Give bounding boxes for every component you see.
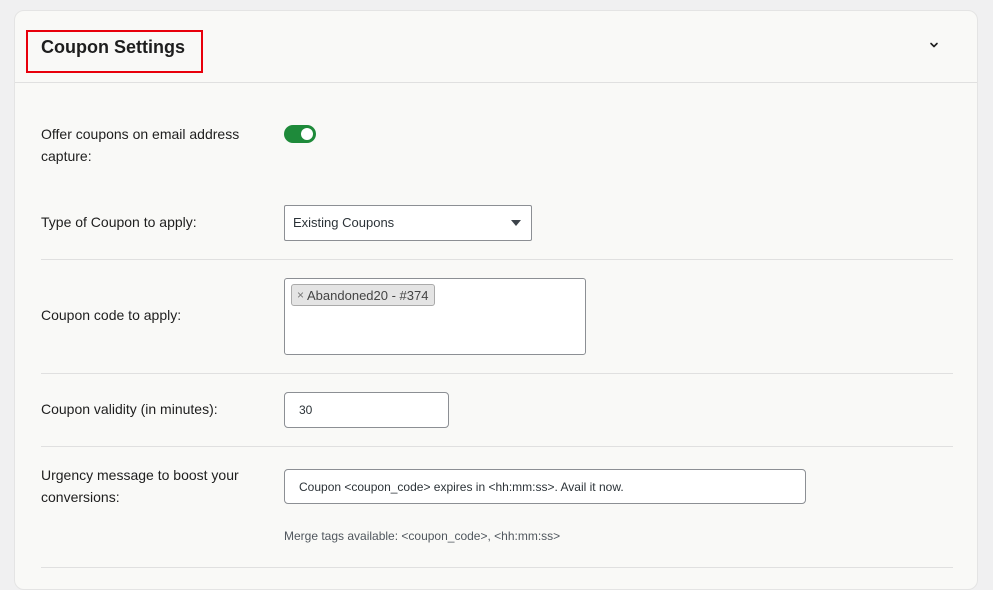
divider [41, 373, 953, 374]
caret-down-icon [511, 220, 521, 226]
divider [41, 446, 953, 447]
coupon-chip-label: Abandoned20 - #374 [307, 287, 429, 303]
coupon-code-label: Coupon code to apply: [41, 307, 182, 323]
coupon-chip: × Abandoned20 - #374 [291, 284, 436, 306]
toggle-knob [301, 128, 313, 140]
divider [41, 259, 953, 260]
coupon-type-label: Type of Coupon to apply: [41, 214, 197, 230]
coupon-validity-input[interactable] [284, 392, 449, 428]
divider [41, 567, 953, 568]
coupon-settings-panel: Coupon Settings Offer coupons on email a… [14, 10, 978, 590]
coupon-validity-label: Coupon validity (in minutes): [41, 401, 218, 417]
page-title: Coupon Settings [41, 37, 185, 57]
urgency-message-label: Urgency message to boost your conversion… [41, 467, 239, 505]
urgency-message-input[interactable] [284, 469, 806, 504]
offer-coupons-label: Offer coupons on email address capture: [41, 126, 240, 164]
remove-chip-icon[interactable]: × [297, 288, 304, 302]
offer-coupons-toggle[interactable] [284, 125, 316, 143]
panel-header[interactable]: Coupon Settings [15, 11, 977, 83]
chevron-down-icon[interactable] [929, 40, 939, 50]
coupon-type-select[interactable]: Existing Coupons [284, 205, 532, 241]
coupon-code-multiselect[interactable]: × Abandoned20 - #374 [284, 278, 586, 355]
coupon-type-selected-value: Existing Coupons [293, 215, 395, 230]
merge-tags-help-text: Merge tags available: <coupon_code>, <hh… [284, 529, 561, 543]
